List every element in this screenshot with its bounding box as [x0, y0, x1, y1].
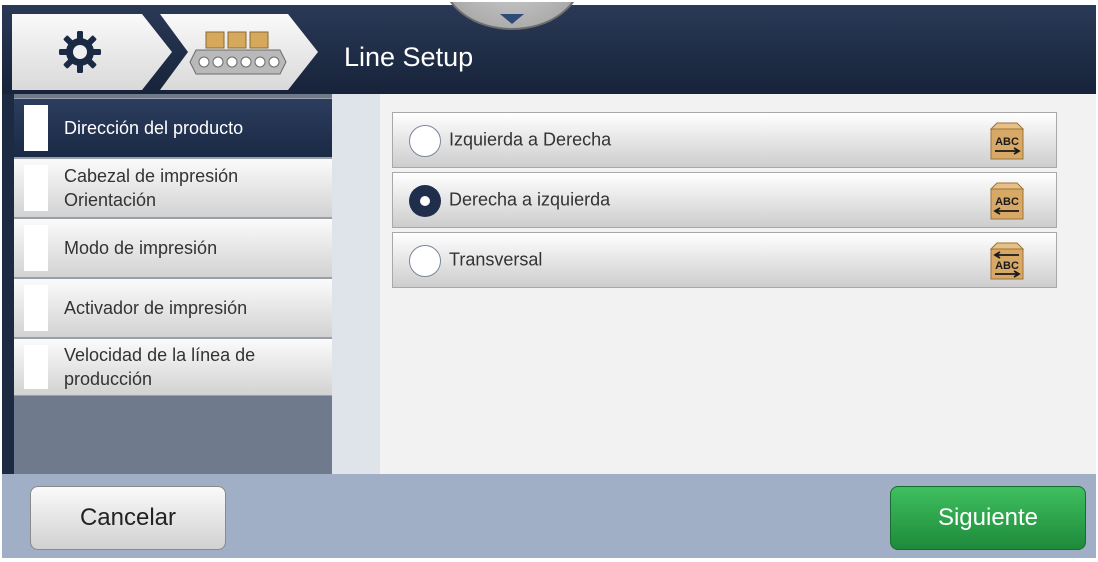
sidebar-item-indicator: [24, 285, 48, 331]
box-arrow-left-icon: ABC: [989, 182, 1025, 220]
option-right-to-left[interactable]: Derecha a izquierda ABC: [392, 172, 1057, 228]
screen: Line Setup Dirección del producto Cabeza…: [2, 2, 1096, 558]
radio-button[interactable]: [409, 245, 441, 277]
sidebar-item-print-mode[interactable]: Modo de impresión: [14, 218, 332, 278]
sidebar-item-indicator: [24, 105, 48, 151]
sidebar-item-product-direction[interactable]: Dirección del producto: [14, 98, 332, 158]
next-button[interactable]: Siguiente: [890, 486, 1086, 550]
svg-text:ABC: ABC: [995, 136, 1019, 148]
sidebar-item-print-trigger[interactable]: Activador de impresión: [14, 278, 332, 338]
page-title: Line Setup: [344, 42, 474, 72]
option-label: Izquierda a Derecha: [449, 129, 612, 150]
footer-bar: Cancelar Siguiente: [2, 474, 1096, 558]
sidebar-item-label: Cabezal de impresión Orientación: [64, 166, 239, 210]
radio-button[interactable]: [409, 125, 441, 157]
pull-down-tab[interactable]: [442, 2, 582, 30]
sidebar-item-indicator: [24, 345, 48, 389]
box-arrow-right-icon: ABC: [989, 122, 1025, 160]
sidebar-item-label: Dirección del producto: [64, 118, 244, 138]
box-arrow-both-icon: ABC: [989, 242, 1025, 280]
sidebar-item-indicator: [24, 225, 48, 271]
svg-text:ABC: ABC: [995, 196, 1019, 208]
sidebar-item-indicator: [24, 165, 48, 211]
option-transversal[interactable]: Transversal ABC: [392, 232, 1057, 288]
cancel-button[interactable]: Cancelar: [30, 486, 226, 550]
options-panel: Izquierda a Derecha ABC Derecha a izquie…: [380, 94, 1096, 474]
divider-strip: [332, 94, 380, 474]
sidebar-item-label: Activador de impresión: [64, 298, 248, 318]
sidebar-item-label: Velocidad de la línea de producción: [64, 345, 256, 389]
gear-icon: [59, 31, 101, 73]
option-left-to-right[interactable]: Izquierda a Derecha ABC: [392, 112, 1057, 168]
chevron-down-icon: [500, 14, 524, 24]
sidebar-item-printhead-orientation[interactable]: Cabezal de impresión Orientación: [14, 158, 332, 218]
option-label: Derecha a izquierda: [449, 189, 611, 210]
option-label: Transversal: [449, 249, 543, 270]
svg-text:ABC: ABC: [995, 260, 1019, 272]
sidebar-item-line-speed[interactable]: Velocidad de la línea de producción: [14, 338, 332, 396]
header-bar: Line Setup: [2, 2, 1096, 94]
conveyor-icon: [189, 31, 287, 75]
radio-button-selected[interactable]: [409, 185, 441, 217]
sidebar-item-label: Modo de impresión: [64, 238, 218, 258]
sidebar: Dirección del producto Cabezal de impres…: [14, 94, 332, 474]
